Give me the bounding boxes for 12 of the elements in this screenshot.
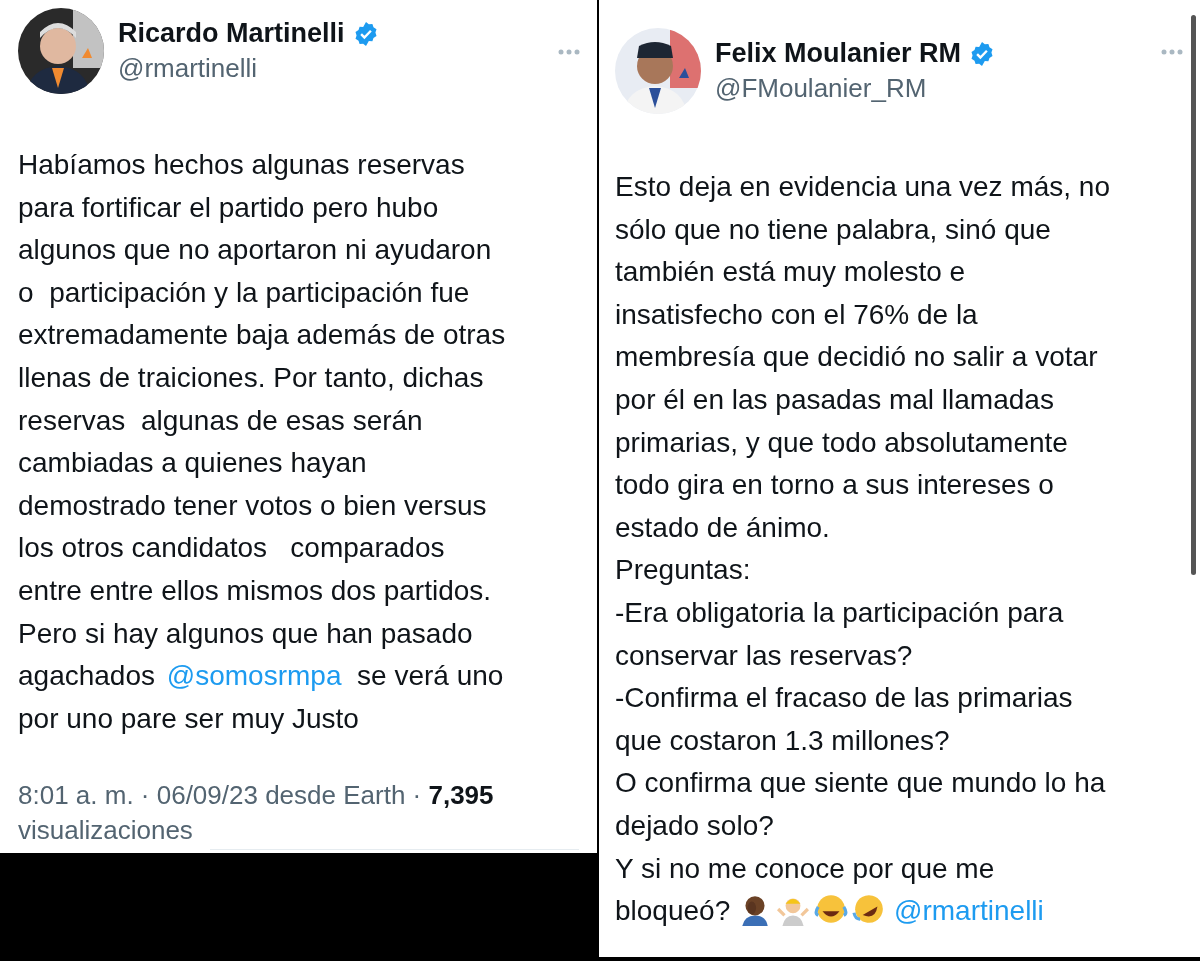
mention-link[interactable]: @rmartinelli: [894, 895, 1044, 927]
author-name: Ricardo Martinelli: [118, 18, 345, 49]
mention-link[interactable]: @somosrmpa: [166, 660, 342, 692]
tweet-text: Esto deja en evidencia una vez más, no sólo que no tiene palabra, sinó que también está muy molesto e insatisfecho con el 76% de la membresía que decidió no salir a votar por él en las pasadas mal llamadas primarias, y que todo absolutamente todo gira en torno a sus intereses o estado de ánimo. Preguntas: -Era obligatoria la participación para conservar las reservas? -Confirma el fracaso de las primarias que costaron 1.3 millones? O confirma que siente que mundo lo ha dejado solo? Y si no me conoce por que me bloqueó? @rmartinelli: [615, 170, 1111, 929]
tweet-text: Habíamos hechos algunas reservas para fortificar el partido pero hubo algunos que no aportaron ni ayudaron o participación y la participación fue extremadamente baja además de otras llenas de traiciones. Por tanto, dichas reservas algunas de esas serán cambiadas a quienes hayan demostrado tener votos o bien versus los otros candidatos comparados entre entre ellos mismos dos partidos. Pero si hay algunos que han pasado agachados @somosrmpa se verá uno por uno pare ser muy Justo: [18, 148, 507, 736]
tweet-meta: 8:01 a. m. · 06/09/23 desde Earth · 7,395 visualizaciones: [18, 779, 495, 848]
scrollbar[interactable]: [1191, 15, 1196, 575]
author-name: Felix Moulanier RM: [715, 38, 962, 69]
more-options-icon[interactable]: [1160, 48, 1184, 56]
author-handle: @FMoulanier_RM: [715, 73, 928, 104]
more-options-icon[interactable]: [557, 48, 581, 56]
author-handle: @rmartinelli: [118, 53, 259, 84]
